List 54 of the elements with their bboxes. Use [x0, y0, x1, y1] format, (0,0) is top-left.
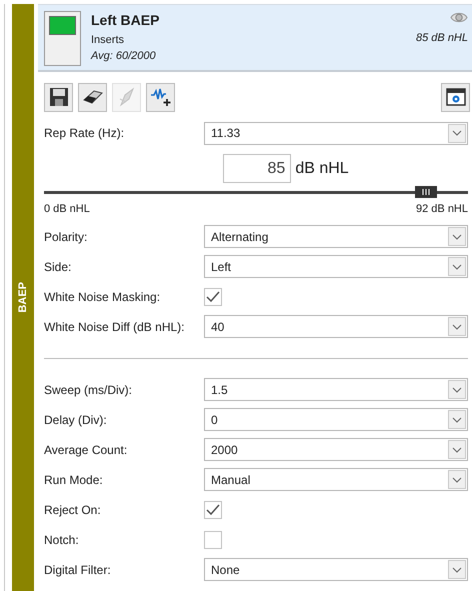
waveform-add-icon: [150, 87, 172, 107]
chevron-down-icon: [448, 410, 466, 429]
dropdown[interactable]: 0: [204, 408, 468, 431]
toolbar-button[interactable]: [441, 82, 470, 112]
chevron-down-icon: [448, 440, 466, 459]
min-label: 0 dB nHL: [44, 202, 90, 217]
side-tab[interactable]: BAEP: [12, 4, 34, 591]
transducer-label: Inserts: [91, 33, 126, 48]
field-label: White Noise Diff (dB nHL):: [44, 318, 186, 336]
dropdown[interactable]: Left: [204, 255, 468, 278]
field-label: Run Mode:: [44, 472, 104, 488]
field-label: Side:: [44, 258, 72, 276]
field-label: Delay (Div):: [44, 412, 108, 428]
field-label: Sweep (ms/Div):: [44, 382, 134, 398]
chevron-down-icon: [448, 470, 466, 489]
checkbox[interactable]: [204, 530, 222, 548]
dropdown[interactable]: Alternating: [204, 225, 468, 248]
checkbox[interactable]: [204, 500, 222, 518]
field-label: Reject On:: [44, 502, 102, 518]
field-label: Digital Filter:: [44, 562, 112, 578]
dropdown[interactable]: 2000: [204, 438, 468, 461]
panel-title: Left BAEP: [91, 11, 160, 29]
dropdown[interactable]: Manual: [204, 468, 468, 491]
save-icon: [48, 87, 68, 107]
dropdown[interactable]: 1.5: [204, 378, 468, 401]
checkbox[interactable]: [204, 288, 222, 306]
toolbar-button[interactable]: [78, 82, 107, 112]
chevron-down-icon: [448, 380, 466, 399]
chevron-down-icon: [448, 124, 466, 142]
intensity-label: 85 dB nHL: [416, 31, 468, 46]
toolbar-button[interactable]: [146, 82, 175, 112]
field-label: White Noise Masking:: [44, 288, 162, 306]
slider-thumb[interactable]: [414, 186, 437, 198]
max-label: 92 dB nHL: [416, 202, 468, 217]
chevron-down-icon: [448, 560, 466, 579]
field-label: Notch:: [44, 532, 80, 548]
field-label: Average Count:: [44, 442, 128, 458]
eraser-icon: [82, 89, 104, 105]
field-label: Polarity:: [44, 228, 88, 246]
chevron-down-icon: [448, 257, 466, 276]
field-label: Rep Rate (Hz):: [44, 125, 126, 142]
slider-track[interactable]: [44, 185, 468, 199]
eye-icon[interactable]: [450, 11, 468, 24]
chevron-down-icon: [448, 317, 466, 336]
unit-label: dB nHL: [295, 158, 349, 178]
chevron-down-icon: [448, 227, 466, 246]
average-label: Avg: 60/2000: [91, 49, 157, 64]
dropdown[interactable]: 11.33: [204, 122, 468, 144]
settings-icon: [446, 88, 466, 106]
dropdown[interactable]: 40: [204, 315, 468, 338]
toolbar-button[interactable]: [44, 82, 73, 112]
color-swatch: [44, 11, 81, 66]
intensity-field[interactable]: 85: [223, 154, 292, 183]
dropdown[interactable]: None: [204, 558, 468, 581]
